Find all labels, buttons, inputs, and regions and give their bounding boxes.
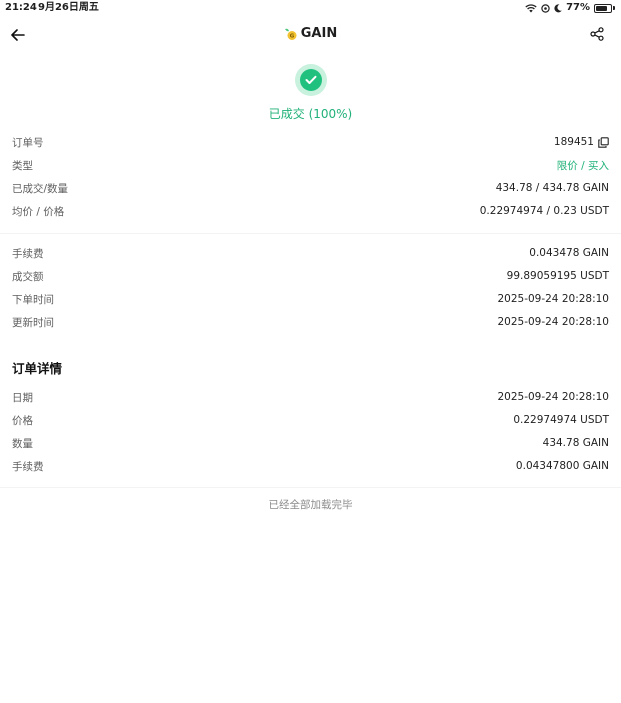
update-time-value: 2025-09-24 20:28:10 bbox=[497, 316, 609, 328]
order-number-value-wrap: 189451 bbox=[554, 136, 609, 148]
all-loaded-text: 已经全部加载完毕 bbox=[268, 499, 353, 511]
page-title-text: GAIN bbox=[300, 26, 338, 41]
status-bar: 21:24 9月26日周五 77% bbox=[0, 0, 621, 16]
list-end-divider bbox=[0, 487, 621, 488]
detail-quantity-row: 数量 434.78 GAIN bbox=[12, 435, 609, 451]
order-time-row: 下单时间 2025-09-24 20:28:10 bbox=[12, 291, 609, 307]
nav-bar: G GAIN bbox=[0, 20, 621, 50]
detail-date-row: 日期 2025-09-24 20:28:10 bbox=[12, 389, 609, 405]
fee-label: 手续费 bbox=[12, 247, 44, 260]
detail-date-value: 2025-09-24 20:28:10 bbox=[497, 391, 609, 403]
order-status: 已成交 (100%) bbox=[0, 64, 621, 122]
success-badge bbox=[294, 64, 327, 96]
detail-fee-label: 手续费 bbox=[12, 460, 44, 473]
page-title: G GAIN bbox=[0, 26, 621, 41]
filled-quantity-label: 已成交/数量 bbox=[12, 182, 69, 195]
update-time-label: 更新时间 bbox=[12, 316, 54, 329]
detail-price-row: 价格 0.22974974 USDT bbox=[12, 412, 609, 428]
gain-coin-icon: G bbox=[284, 27, 298, 41]
order-time-label: 下单时间 bbox=[12, 293, 54, 306]
copy-icon[interactable] bbox=[598, 136, 609, 148]
order-status-text: 已成交 (100%) bbox=[268, 107, 353, 121]
wifi-icon bbox=[525, 3, 537, 13]
detail-fee-row: 手续费 0.04347800 GAIN bbox=[12, 458, 609, 474]
share-icon bbox=[590, 26, 604, 45]
status-time: 21:24 bbox=[5, 2, 37, 13]
moon-icon bbox=[554, 3, 562, 13]
status-right: 77% bbox=[525, 0, 615, 16]
filled-quantity-row: 已成交/数量 434.78 / 434.78 GAIN bbox=[12, 180, 609, 196]
filled-quantity-value: 434.78 / 434.78 GAIN bbox=[495, 182, 609, 194]
amount-label: 成交额 bbox=[12, 270, 44, 283]
order-number-row: 订单号 189451 bbox=[12, 134, 609, 150]
check-icon bbox=[299, 69, 322, 91]
detail-quantity-value: 434.78 GAIN bbox=[542, 437, 609, 449]
fee-value: 0.043478 GAIN bbox=[529, 247, 609, 259]
order-number-value: 189451 bbox=[553, 136, 594, 148]
share-button[interactable] bbox=[587, 25, 607, 45]
order-type-label: 类型 bbox=[12, 159, 33, 172]
order-type-value: 限价 / 买入 bbox=[556, 159, 609, 172]
detail-price-value: 0.22974974 USDT bbox=[513, 414, 609, 426]
order-type-row: 类型 限价 / 买入 bbox=[12, 157, 609, 173]
order-details-title: 订单详情 bbox=[12, 361, 63, 376]
avg-price-label: 均价 / 价格 bbox=[12, 205, 65, 218]
location-lock-icon bbox=[541, 3, 550, 13]
fee-row: 手续费 0.043478 GAIN bbox=[12, 245, 609, 261]
amount-value: 99.89059195 USDT bbox=[506, 270, 609, 282]
detail-price-label: 价格 bbox=[12, 414, 33, 427]
order-number-label: 订单号 bbox=[12, 136, 44, 149]
battery-cap bbox=[613, 6, 615, 10]
avg-price-value: 0.22974974 / 0.23 USDT bbox=[479, 205, 609, 217]
section-divider bbox=[0, 233, 621, 234]
detail-date-label: 日期 bbox=[12, 391, 33, 404]
detail-fee-value: 0.04347800 GAIN bbox=[515, 460, 609, 472]
status-date: 9月26日周五 bbox=[38, 2, 99, 13]
battery-percent: 77% bbox=[566, 2, 590, 13]
amount-row: 成交额 99.89059195 USDT bbox=[12, 268, 609, 284]
svg-text:G: G bbox=[290, 33, 295, 39]
order-time-value: 2025-09-24 20:28:10 bbox=[497, 293, 609, 305]
update-time-row: 更新时间 2025-09-24 20:28:10 bbox=[12, 314, 609, 330]
avg-price-row: 均价 / 价格 0.22974974 / 0.23 USDT bbox=[12, 203, 609, 219]
detail-quantity-label: 数量 bbox=[12, 437, 33, 450]
battery-icon bbox=[594, 3, 612, 13]
